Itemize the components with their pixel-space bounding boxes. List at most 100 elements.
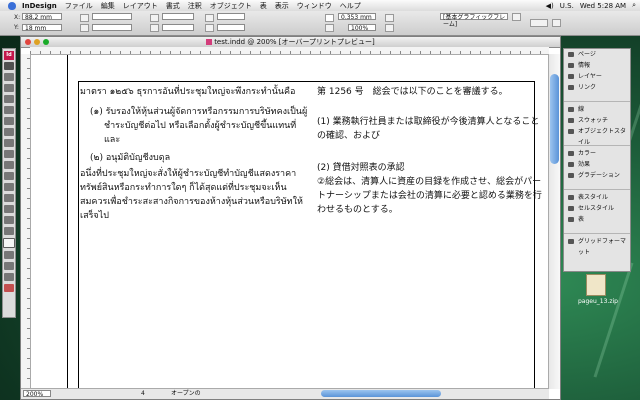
panel-links[interactable]: リンク	[564, 82, 630, 93]
eyedropper-tool-icon[interactable]	[4, 205, 14, 213]
apply-color-icon[interactable]	[4, 262, 14, 270]
pasteboard[interactable]: มาตรา ๑๒๕๖ ธุรการอันที่ประชุมใหญ่จะพึงกร…	[31, 55, 549, 389]
panel-info[interactable]: 情報	[564, 60, 630, 71]
height-field[interactable]	[92, 24, 132, 31]
height-icon[interactable]	[80, 24, 89, 32]
swatches-icon	[568, 118, 574, 123]
menu-table[interactable]: 表	[260, 1, 267, 11]
panel-table-styles[interactable]: 表スタイル	[564, 192, 630, 203]
panel-grid-format[interactable]: グリッドフォーマット	[564, 236, 630, 256]
menu-object[interactable]: オブジェクト	[210, 1, 252, 11]
tools-panel: Id	[2, 48, 16, 318]
selection-tool-icon[interactable]	[4, 62, 14, 70]
preview-mode-icon[interactable]	[4, 284, 14, 292]
page-number-field[interactable]: 4	[141, 390, 145, 397]
style-options-icon[interactable]	[512, 13, 521, 21]
panel-menu-icon[interactable]	[552, 19, 561, 27]
width-icon[interactable]	[80, 14, 89, 22]
menu-notes[interactable]: 注釈	[188, 1, 202, 11]
japanese-item-2: (2) 貸借対照表の承認	[317, 163, 405, 173]
menu-app-name[interactable]: InDesign	[22, 2, 57, 10]
direct-selection-tool-icon[interactable]	[4, 73, 14, 81]
pages-icon	[568, 52, 574, 57]
menu-clock[interactable]: Wed 5:28 AM	[580, 2, 626, 10]
thai-text-frame[interactable]: มาตรา ๑๒๕๖ ธุรการอันที่ประชุมใหญ่จะพึงกร…	[80, 85, 308, 233]
zip-file-icon	[586, 274, 606, 296]
scale-y-icon[interactable]	[150, 24, 159, 32]
effects-panel-icon	[568, 162, 574, 167]
bridge-icon[interactable]	[530, 19, 548, 27]
vertical-scroll-thumb[interactable]	[550, 74, 559, 164]
vertical-scrollbar[interactable]	[548, 54, 560, 389]
zoom-level-field[interactable]: 200%	[23, 390, 51, 398]
rotate-field[interactable]	[217, 13, 245, 20]
desktop-file-icon[interactable]: pageu_13.zip	[578, 274, 618, 305]
menu-view[interactable]: 表示	[275, 1, 289, 11]
shear-icon[interactable]	[205, 24, 214, 32]
panel-pages[interactable]: ページ	[564, 49, 630, 60]
table-icon	[568, 217, 574, 222]
zoom-tool-icon[interactable]	[4, 227, 14, 235]
opacity-field[interactable]: 100%	[348, 24, 376, 32]
scale-y-field[interactable]	[162, 24, 194, 31]
menu-type[interactable]: 書式	[166, 1, 180, 11]
width-field[interactable]	[92, 13, 132, 20]
effects-icon[interactable]	[385, 14, 394, 22]
fill-stroke-icon[interactable]	[3, 238, 15, 248]
object-style-select[interactable]: [基本グラフィックフレーム]	[440, 13, 508, 28]
panel-color[interactable]: カラー	[564, 148, 630, 159]
volume-icon[interactable]: ◀)	[546, 2, 554, 10]
rectangle-frame-tool-icon[interactable]	[4, 128, 14, 136]
horizontal-scroll-thumb[interactable]	[321, 390, 441, 397]
fill-swatch-icon[interactable]	[325, 14, 334, 22]
x-position-field[interactable]: 88.2 mm	[22, 13, 62, 21]
stroke-swatch-icon[interactable]	[325, 24, 334, 32]
button-tool-icon[interactable]	[4, 150, 14, 158]
japanese-item-2-body: ②総会は、清算人に資産の目録を作成させ、総会がパートナーシップまたは会社の清算に…	[317, 177, 542, 215]
scale-x-field[interactable]	[162, 13, 194, 20]
free-transform-tool-icon[interactable]	[4, 172, 14, 180]
note-tool-icon[interactable]	[4, 194, 14, 202]
gradient-tool-icon[interactable]	[4, 183, 14, 191]
stroke-weight-field[interactable]: 0.353 mm	[338, 13, 376, 21]
preflight-status[interactable]: オープンの	[171, 390, 201, 397]
japanese-text-frame[interactable]: 第 1256 号 総会では以下のことを審議する。 (1) 業務執行社員または取締…	[317, 85, 543, 227]
panel-stroke[interactable]: 線	[564, 104, 630, 115]
normal-view-icon[interactable]	[4, 273, 14, 281]
menu-window[interactable]: ウィンドウ	[297, 1, 332, 11]
spotlight-icon[interactable]: ⌕	[632, 1, 636, 10]
pencil-tool-icon[interactable]	[4, 106, 14, 114]
type-tool-icon[interactable]	[4, 95, 14, 103]
table-styles-icon	[568, 195, 574, 200]
cell-styles-icon	[568, 206, 574, 211]
panel-gradient[interactable]: グラデーション	[564, 170, 630, 181]
shear-field[interactable]	[217, 24, 245, 31]
scissors-tool-icon[interactable]	[4, 161, 14, 169]
y-position-field[interactable]: 18 mm	[22, 24, 62, 32]
scale-x-icon[interactable]	[150, 14, 159, 22]
thai-section-heading: มาตรา ๑๒๕๖ ธุรการอันที่ประชุมใหญ่จะพึงกร…	[80, 87, 296, 97]
horizontal-scrollbar[interactable]: 200% 4 オープンの	[21, 388, 549, 399]
apple-menu-icon[interactable]	[8, 1, 16, 10]
panel-table[interactable]: 表	[564, 214, 630, 225]
rectangle-tool-icon[interactable]	[4, 139, 14, 147]
indesign-logo: Id	[4, 51, 14, 60]
panel-effects[interactable]: 効果	[564, 159, 630, 170]
hand-tool-icon[interactable]	[4, 216, 14, 224]
panel-swatches[interactable]: スウォッチ	[564, 115, 630, 126]
rotate-icon[interactable]	[205, 14, 214, 22]
menu-layout[interactable]: レイアウト	[123, 1, 158, 11]
line-tool-icon[interactable]	[4, 117, 14, 125]
input-locale[interactable]: U.S.	[560, 2, 574, 10]
horizontal-ruler[interactable]	[30, 47, 549, 55]
panel-cell-styles[interactable]: セルスタイル	[564, 203, 630, 214]
panel-object-styles[interactable]: オブジェクトスタイル	[564, 126, 630, 146]
vertical-ruler[interactable]	[21, 54, 31, 389]
formatting-container-icon[interactable]	[4, 251, 14, 259]
pen-tool-icon[interactable]	[4, 84, 14, 92]
menu-help[interactable]: ヘルプ	[340, 1, 361, 11]
panel-layers[interactable]: レイヤー	[564, 71, 630, 82]
shadow-icon[interactable]	[385, 24, 394, 32]
menu-file[interactable]: ファイル	[65, 1, 93, 11]
menu-edit[interactable]: 編集	[101, 1, 115, 11]
